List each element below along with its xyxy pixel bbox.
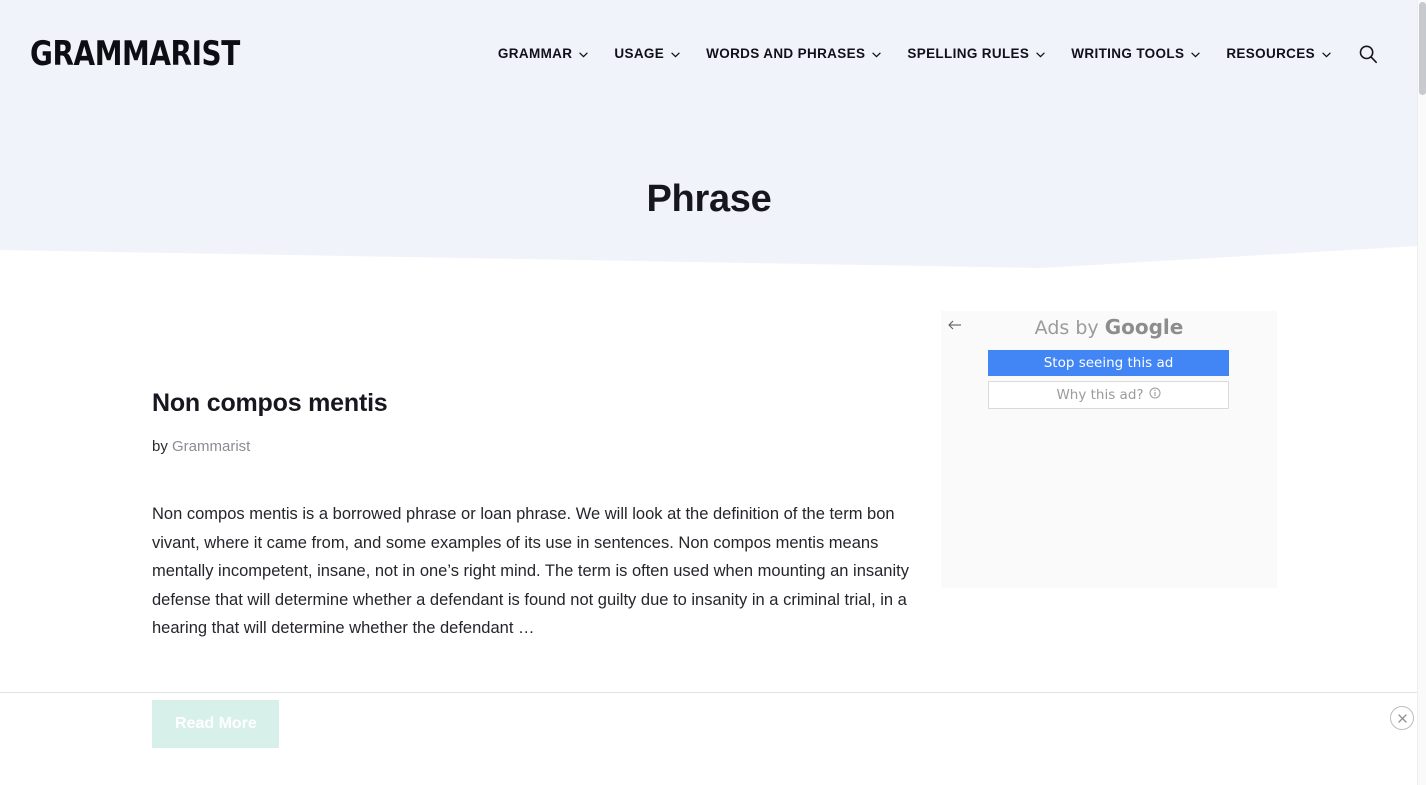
chevron-down-icon <box>1191 52 1201 58</box>
nav-item-grammar[interactable]: GRAMMAR <box>485 46 601 62</box>
nav-label: WRITING TOOLS <box>1071 46 1185 61</box>
why-this-ad-label: Why this ad? <box>1056 387 1144 403</box>
nav-item-spelling-rules[interactable]: SPELLING RULES <box>894 46 1058 62</box>
chevron-down-icon <box>579 52 589 58</box>
sticky-ad-overlay <box>0 692 1418 785</box>
nav-label: SPELLING RULES <box>907 46 1030 61</box>
article-byline: by Grammarist <box>152 437 912 457</box>
article-author[interactable]: Grammarist <box>172 438 250 455</box>
site-logo[interactable]: GRAMMARIST <box>30 32 240 76</box>
site-header: GRAMMARIST GRAMMAR USAGE WORDS AND PHRAS… <box>0 0 1418 110</box>
nav-item-resources[interactable]: RESOURCES <box>1213 46 1344 62</box>
page-scrollbar[interactable] <box>1417 0 1426 785</box>
nav-item-writing-tools[interactable]: WRITING TOOLS <box>1058 46 1213 62</box>
nav-item-usage[interactable]: USAGE <box>601 46 693 62</box>
nav-item-words-and-phrases[interactable]: WORDS AND PHRASES <box>693 46 894 62</box>
main-navigation: GRAMMAR USAGE WORDS AND PHRASES SPELLING… <box>485 42 1380 66</box>
info-icon <box>1149 387 1161 403</box>
google-ad-panel: Ads by Google Stop seeing this ad Why th… <box>941 311 1277 588</box>
page-title: Phrase <box>646 178 772 221</box>
chevron-down-icon <box>671 52 680 58</box>
ads-by-prefix: Ads by <box>1034 317 1099 339</box>
ads-by-google-label: Ads by Google <box>941 314 1277 341</box>
nav-label: RESOURCES <box>1226 46 1315 61</box>
article-title[interactable]: Non compos mentis <box>152 388 912 418</box>
nav-label: WORDS AND PHRASES <box>706 46 866 61</box>
article-excerpt: Non compos mentis is a borrowed phrase o… <box>152 505 909 637</box>
search-icon[interactable] <box>1356 42 1380 66</box>
stop-seeing-this-ad-button[interactable]: Stop seeing this ad <box>988 350 1229 376</box>
nav-label: GRAMMAR <box>497 46 573 61</box>
nav-label: USAGE <box>614 46 665 61</box>
hero-wave-divider <box>0 228 1418 268</box>
byline-prefix: by <box>152 438 168 455</box>
why-this-ad-button[interactable]: Why this ad? <box>988 381 1229 409</box>
close-icon[interactable] <box>1390 706 1414 730</box>
page-viewport: GRAMMARIST GRAMMAR USAGE WORDS AND PHRAS… <box>0 0 1426 785</box>
chevron-down-icon <box>1036 52 1046 58</box>
chevron-down-icon <box>1322 52 1331 58</box>
chevron-down-icon <box>872 52 882 58</box>
google-brand-text: Google <box>1104 315 1184 339</box>
scrollbar-thumb[interactable] <box>1419 2 1426 95</box>
